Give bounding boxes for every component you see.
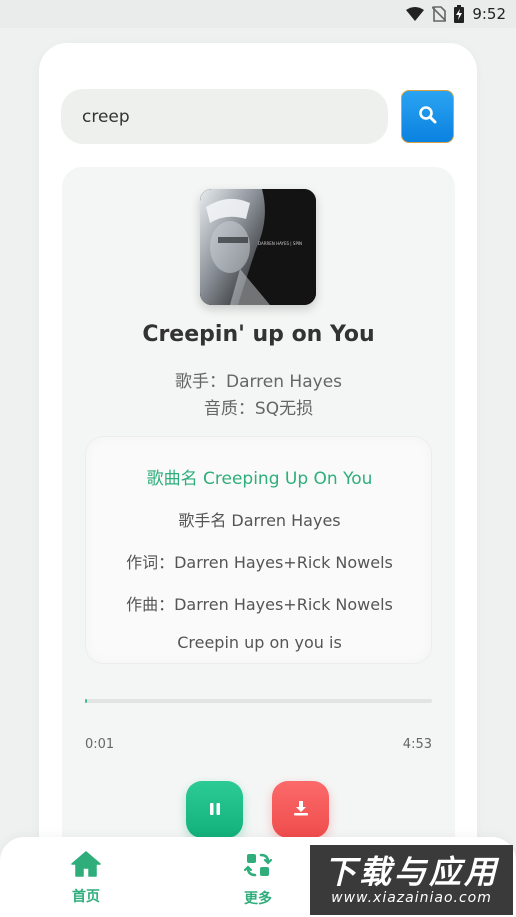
home-icon	[71, 851, 101, 881]
current-time: 0:01	[85, 737, 115, 752]
status-time: 9:52	[472, 5, 506, 23]
album-cover: DARREN HAYES | SPIN	[200, 189, 316, 305]
pause-icon	[209, 800, 221, 819]
lyric-line-current: 歌曲名 Creeping Up On You	[146, 469, 373, 489]
battery-charging-icon	[454, 5, 465, 23]
lyric-line: 作词：Darren Hayes+Rick Nowels	[126, 553, 393, 572]
album-cover-text: DARREN HAYES | SPIN	[258, 241, 303, 246]
song-title: Creepin' up on You	[142, 322, 375, 347]
song-quality: 音质：SQ无损	[203, 399, 314, 419]
wifi-icon	[406, 7, 425, 21]
lyric-line: Creepin up on you is	[177, 633, 342, 652]
search-input[interactable]	[61, 89, 388, 144]
pause-button[interactable]	[186, 781, 243, 838]
download-button[interactable]	[272, 781, 329, 838]
search-icon	[418, 105, 438, 129]
search-button[interactable]	[401, 90, 454, 143]
more-icon	[243, 851, 273, 883]
watermark-url: www.xiazainiao.com	[331, 890, 492, 906]
no-sim-icon	[432, 6, 447, 22]
status-bar: 9:52	[0, 0, 516, 28]
lyrics-panel[interactable]: 歌曲名 Creeping Up On You 歌手名 Darren Hayes …	[85, 436, 432, 664]
progress-fill	[85, 699, 87, 703]
download-icon	[293, 800, 309, 820]
lyric-line: 作曲：Darren Hayes+Rick Nowels	[126, 595, 393, 614]
site-watermark: 下载与应用 www.xiazainiao.com	[310, 845, 513, 915]
nav-more[interactable]: 更多	[218, 837, 298, 917]
nav-home[interactable]: 首页	[46, 837, 126, 917]
nav-more-label: 更多	[244, 891, 272, 907]
song-artist: 歌手：Darren Hayes	[174, 372, 343, 392]
total-time: 4:53	[402, 737, 432, 752]
progress-bar[interactable]	[85, 699, 432, 703]
lyric-line: 歌手名 Darren Hayes	[178, 511, 341, 530]
watermark-main: 下载与应用	[323, 853, 499, 891]
nav-home-label: 首页	[72, 889, 100, 905]
